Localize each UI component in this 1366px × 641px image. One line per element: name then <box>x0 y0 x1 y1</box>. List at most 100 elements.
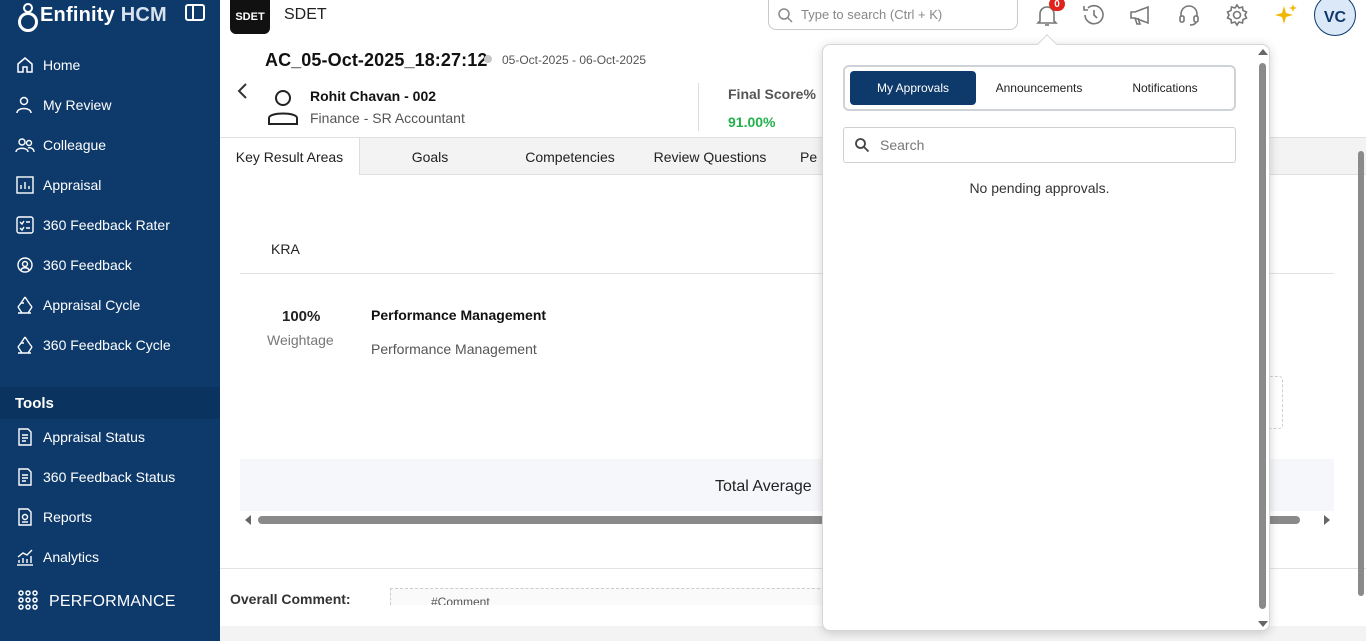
sidebar-item-label: Appraisal Status <box>43 429 145 445</box>
notification-count-badge: 0 <box>1049 0 1065 11</box>
empty-state-message: No pending approvals. <box>969 180 1110 196</box>
sidebar-item-my-review[interactable]: My Review <box>0 85 220 125</box>
brand-name: Enfinity <box>40 3 115 26</box>
brand-suffix: HCM <box>120 3 167 26</box>
sidebar-item-label: Appraisal Cycle <box>43 297 141 313</box>
approvals-panel: My Approvals Announcements Notifications… <box>822 44 1270 631</box>
sidebar-item-label: 360 Feedback Rater <box>43 217 170 233</box>
appraisal-cycle-title: AC_05-Oct-2025_18:27:12 <box>265 50 488 70</box>
tab-my-approvals[interactable]: My Approvals <box>850 71 976 105</box>
cycle-icon <box>15 335 35 355</box>
scroll-left-icon[interactable] <box>245 515 251 525</box>
vertical-scrollbar[interactable] <box>1356 137 1366 607</box>
history-button[interactable] <box>1079 0 1109 30</box>
company-logo[interactable]: SDET <box>230 0 270 34</box>
search-icon <box>855 138 870 153</box>
sidebar-item-label: 360 Feedback <box>43 257 132 273</box>
sidebar-item-home[interactable]: Home <box>0 45 220 85</box>
announcements-button[interactable] <box>1126 0 1156 30</box>
sidebar-item-label: 360 Feedback Cycle <box>43 337 171 353</box>
kra-title: Performance Management <box>371 307 547 323</box>
module-label: PERFORMANCE <box>49 593 176 610</box>
status-dot <box>484 55 492 63</box>
tab-notifications[interactable]: Notifications <box>1102 71 1228 105</box>
panel-scrollbar[interactable] <box>1256 49 1268 627</box>
feedback-icon <box>15 255 35 275</box>
sidebar-item-appraisal-status[interactable]: Appraisal Status <box>0 417 220 457</box>
tab-competencies[interactable]: Competencies <box>500 138 640 175</box>
user-avatar[interactable]: VC <box>1314 0 1356 36</box>
company-name: SDET <box>284 6 327 23</box>
sparkles-icon <box>1275 4 1297 24</box>
user-review-icon <box>15 95 35 115</box>
module-switcher-performance[interactable]: PERFORMANCE <box>0 583 220 621</box>
global-search-input[interactable] <box>801 7 1001 22</box>
brand-logo[interactable]: Enfinity HCM <box>16 2 167 32</box>
sidebar-item-360-feedback-cycle[interactable]: 360 Feedback Cycle <box>0 325 220 365</box>
enfinity-logo-icon <box>16 3 38 32</box>
back-arrow-icon[interactable] <box>235 81 251 101</box>
cycle-icon <box>15 295 35 315</box>
report-icon <box>15 507 35 527</box>
kra-weightage-value: 100% <box>282 308 321 325</box>
scroll-up-icon[interactable] <box>1258 49 1268 55</box>
overall-comment-label: Overall Comment: <box>230 591 351 607</box>
sidebar-item-appraisal[interactable]: Appraisal <box>0 165 220 205</box>
settings-button[interactable] <box>1222 0 1252 30</box>
employee-avatar-icon <box>268 90 298 125</box>
panel-tabs: My Approvals Announcements Notifications <box>843 65 1236 111</box>
sidebar-item-360-feedback-rater[interactable]: 360 Feedback Rater <box>0 205 220 245</box>
sidebar-item-label: Analytics <box>43 549 100 565</box>
notifications-button[interactable]: 0 <box>1032 0 1065 30</box>
sidebar-item-360-feedback[interactable]: 360 Feedback <box>0 245 220 285</box>
tab-review-questions[interactable]: Review Questions <box>640 138 780 175</box>
final-score-value: 91.00% <box>728 114 776 130</box>
sidebar-collapse-icon[interactable] <box>185 4 205 21</box>
document-icon <box>15 427 35 447</box>
panel-search[interactable] <box>843 127 1236 163</box>
scrollbar-thumb[interactable] <box>1358 151 1364 596</box>
apps-grid-icon <box>17 589 39 616</box>
tools-section-header: Tools <box>0 387 220 419</box>
home-icon <box>15 55 35 75</box>
document-icon <box>15 467 35 487</box>
tab-goals[interactable]: Goals <box>360 138 500 175</box>
grid-chart-icon <box>15 175 35 195</box>
divider <box>698 83 699 131</box>
ai-assistant-button[interactable] <box>1271 0 1301 30</box>
scroll-down-icon[interactable] <box>1258 621 1268 627</box>
total-average-label: Total Average <box>715 478 812 495</box>
scrollbar-thumb[interactable] <box>1259 63 1266 609</box>
global-search[interactable] <box>768 0 1018 30</box>
sidebar-item-label: Home <box>43 57 81 73</box>
cycle-date-range: 05-Oct-2025 - 06-Oct-2025 <box>502 53 647 67</box>
sidebar-item-360-feedback-status[interactable]: 360 Feedback Status <box>0 457 220 497</box>
checklist-icon <box>15 215 35 235</box>
sidebar-item-appraisal-cycle[interactable]: Appraisal Cycle <box>0 285 220 325</box>
employee-role: Finance - SR Accountant <box>310 110 465 126</box>
people-icon <box>15 135 35 155</box>
sidebar-item-label: Appraisal <box>43 177 102 193</box>
sidebar-item-reports[interactable]: Reports <box>0 497 220 537</box>
scroll-right-icon[interactable] <box>1324 515 1330 525</box>
analytics-icon <box>15 547 35 567</box>
tab-announcements[interactable]: Announcements <box>976 71 1102 105</box>
overall-comment-field[interactable]: #Comment <box>390 588 850 605</box>
final-score-label: Final Score% <box>728 86 816 102</box>
panel-search-input[interactable] <box>880 137 1210 153</box>
sidebar-item-label: Reports <box>43 509 93 525</box>
search-icon <box>778 7 793 23</box>
sidebar-item-colleague[interactable]: Colleague <box>0 125 220 165</box>
sidebar-item-analytics[interactable]: Analytics <box>0 537 220 577</box>
sidebar-item-label: Colleague <box>43 137 107 153</box>
top-bar: SDET SDET 0 VC <box>220 0 1366 43</box>
sidebar-item-label: 360 Feedback Status <box>43 469 176 485</box>
employee-name: Rohit Chavan - 002 <box>310 88 437 104</box>
kra-description: Performance Management <box>371 341 537 357</box>
gear-icon <box>1226 3 1248 27</box>
tab-key-result-areas[interactable]: Key Result Areas <box>220 138 360 175</box>
kra-weightage-label: Weightage <box>267 332 334 348</box>
history-icon <box>1083 4 1104 25</box>
support-button[interactable] <box>1174 0 1204 30</box>
megaphone-icon <box>1130 5 1149 25</box>
